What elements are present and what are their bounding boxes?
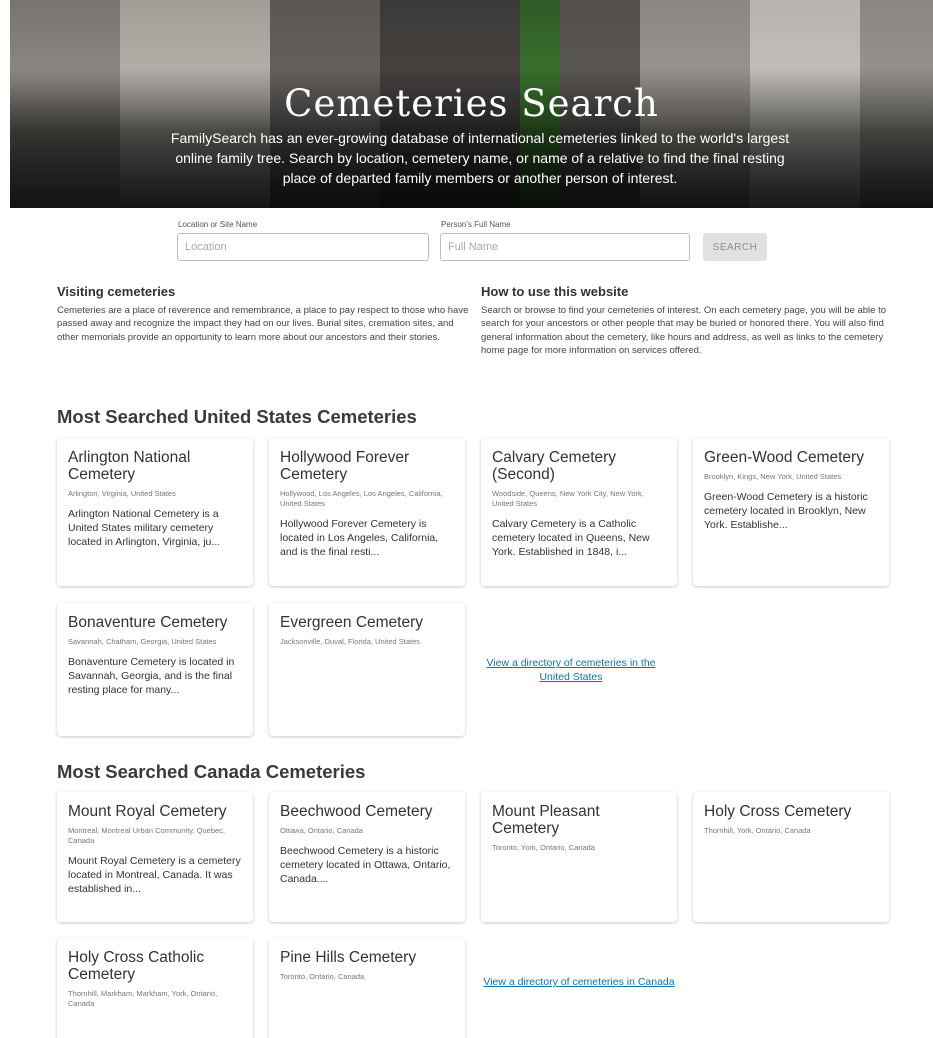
howto-title: How to use this website: [481, 284, 629, 299]
cemetery-name[interactable]: Bonaventure Cemetery: [68, 614, 242, 631]
cemetery-card-mount-pleasant[interactable]: Mount Pleasant Cemetery Toronto, York, O…: [481, 792, 677, 922]
hero-banner: Cemeteries Search FamilySearch has an ev…: [10, 0, 933, 208]
cemetery-name[interactable]: Holy Cross Cemetery: [704, 803, 878, 820]
cemetery-description: Bonaventure Cemetery is located in Savan…: [68, 656, 235, 696]
cemetery-name[interactable]: Mount Pleasant Cemetery: [492, 803, 666, 837]
visiting-text: Cemeteries are a place of reverence and …: [57, 305, 469, 343]
cemetery-location: Thornhill, York, Ontario, Canada: [704, 826, 811, 835]
cemetery-card-pine-hills[interactable]: Pine Hills Cemetery Toronto, Ontario, Ca…: [269, 938, 465, 1038]
search-button[interactable]: SEARCH: [703, 233, 767, 261]
cemetery-card-arlington[interactable]: Arlington National Cemetery Arlington, V…: [57, 438, 253, 586]
canada-section-title: Most Searched Canada Cemeteries: [57, 761, 366, 782]
cemetery-description: Mount Royal Cemetery is a cemetery locat…: [68, 855, 241, 895]
cemetery-card-holy-cross-catholic[interactable]: Holy Cross Catholic Cemetery Thornhill, …: [57, 938, 253, 1038]
cemetery-name[interactable]: Mount Royal Cemetery: [68, 803, 242, 820]
cemetery-card-calvary[interactable]: Calvary Cemetery (Second) Woodside, Quee…: [481, 438, 677, 586]
location-field-label: Location or Site Name: [178, 220, 258, 229]
cemetery-name[interactable]: Green-Wood Cemetery: [704, 449, 878, 466]
cemetery-description: Hollywood Forever Cemetery is located in…: [280, 518, 439, 558]
cemetery-location: Savannah, Chatham, Georgia, United State…: [68, 637, 217, 646]
cemetery-name[interactable]: Evergreen Cemetery: [280, 614, 454, 631]
cemetery-location: Brooklyn, Kings, New York, United States: [704, 472, 842, 481]
cemetery-name[interactable]: Pine Hills Cemetery: [280, 949, 454, 966]
cemetery-location: Arlington, Virginia, United States: [68, 489, 176, 498]
cemetery-name[interactable]: Hollywood Forever Cemetery: [280, 449, 454, 483]
cemetery-description: Beechwood Cemetery is a historic cemeter…: [280, 845, 451, 885]
cemetery-location: Toronto, Ontario, Canada: [280, 972, 365, 981]
howto-text: Search or browse to find your cemeteries…: [481, 305, 887, 356]
cemetery-name[interactable]: Holy Cross Catholic Cemetery: [68, 949, 242, 983]
page-title: Cemeteries Search: [284, 82, 659, 125]
us-section-title: Most Searched United States Cemeteries: [57, 406, 417, 427]
cemetery-name[interactable]: Calvary Cemetery (Second): [492, 449, 666, 483]
cemetery-card-evergreen[interactable]: Evergreen Cemetery Jacksonville, Duval, …: [269, 603, 465, 736]
canada-directory-link[interactable]: View a directory of cemeteries in Canada: [481, 975, 677, 989]
cemetery-card-green-wood[interactable]: Green-Wood Cemetery Brooklyn, Kings, New…: [693, 438, 889, 586]
cemetery-card-mount-royal[interactable]: Mount Royal Cemetery Montreal, Montreal …: [57, 792, 253, 922]
cemetery-location: Hollywood, Los Angeles, Los Angeles, Cal…: [280, 489, 443, 508]
cemetery-location: Jacksonville, Duval, Florida, United Sta…: [280, 637, 421, 646]
cemetery-description: Arlington National Cemetery is a United …: [68, 508, 221, 548]
us-directory-link[interactable]: View a directory of cemeteries in the Un…: [473, 656, 669, 684]
cemetery-card-beechwood[interactable]: Beechwood Cemetery Ottawa, Ontario, Cana…: [269, 792, 465, 922]
cemetery-description: Green-Wood Cemetery is a historic cemete…: [704, 491, 868, 531]
cemetery-name[interactable]: Arlington National Cemetery: [68, 449, 242, 483]
cemetery-location: Ottawa, Ontario, Canada: [280, 826, 363, 835]
cemetery-description: Calvary Cemetery is a Catholic cemetery …: [492, 518, 650, 558]
cemetery-card-bonaventure[interactable]: Bonaventure Cemetery Savannah, Chatham, …: [57, 603, 253, 736]
person-field-label: Person's Full Name: [441, 220, 511, 229]
page-subtitle: FamilySearch has an ever-growing databas…: [170, 130, 790, 186]
cemetery-location: Montreal, Montreal Urban Community, Queb…: [68, 826, 226, 845]
cemetery-card-hollywood-forever[interactable]: Hollywood Forever Cemetery Hollywood, Lo…: [269, 438, 465, 586]
cemetery-location: Woodside, Queens, New York City, New Yor…: [492, 489, 644, 508]
full-name-input[interactable]: [440, 233, 690, 261]
cemetery-location: Thornhill, Markham, Markham, York, Ontar…: [68, 989, 218, 1008]
location-input[interactable]: [177, 233, 429, 261]
cemetery-name[interactable]: Beechwood Cemetery: [280, 803, 454, 820]
cemetery-card-holy-cross[interactable]: Holy Cross Cemetery Thornhill, York, Ont…: [693, 792, 889, 922]
cemetery-location: Toronto, York, Ontario, Canada: [492, 843, 595, 852]
visiting-title: Visiting cemeteries: [57, 284, 176, 299]
